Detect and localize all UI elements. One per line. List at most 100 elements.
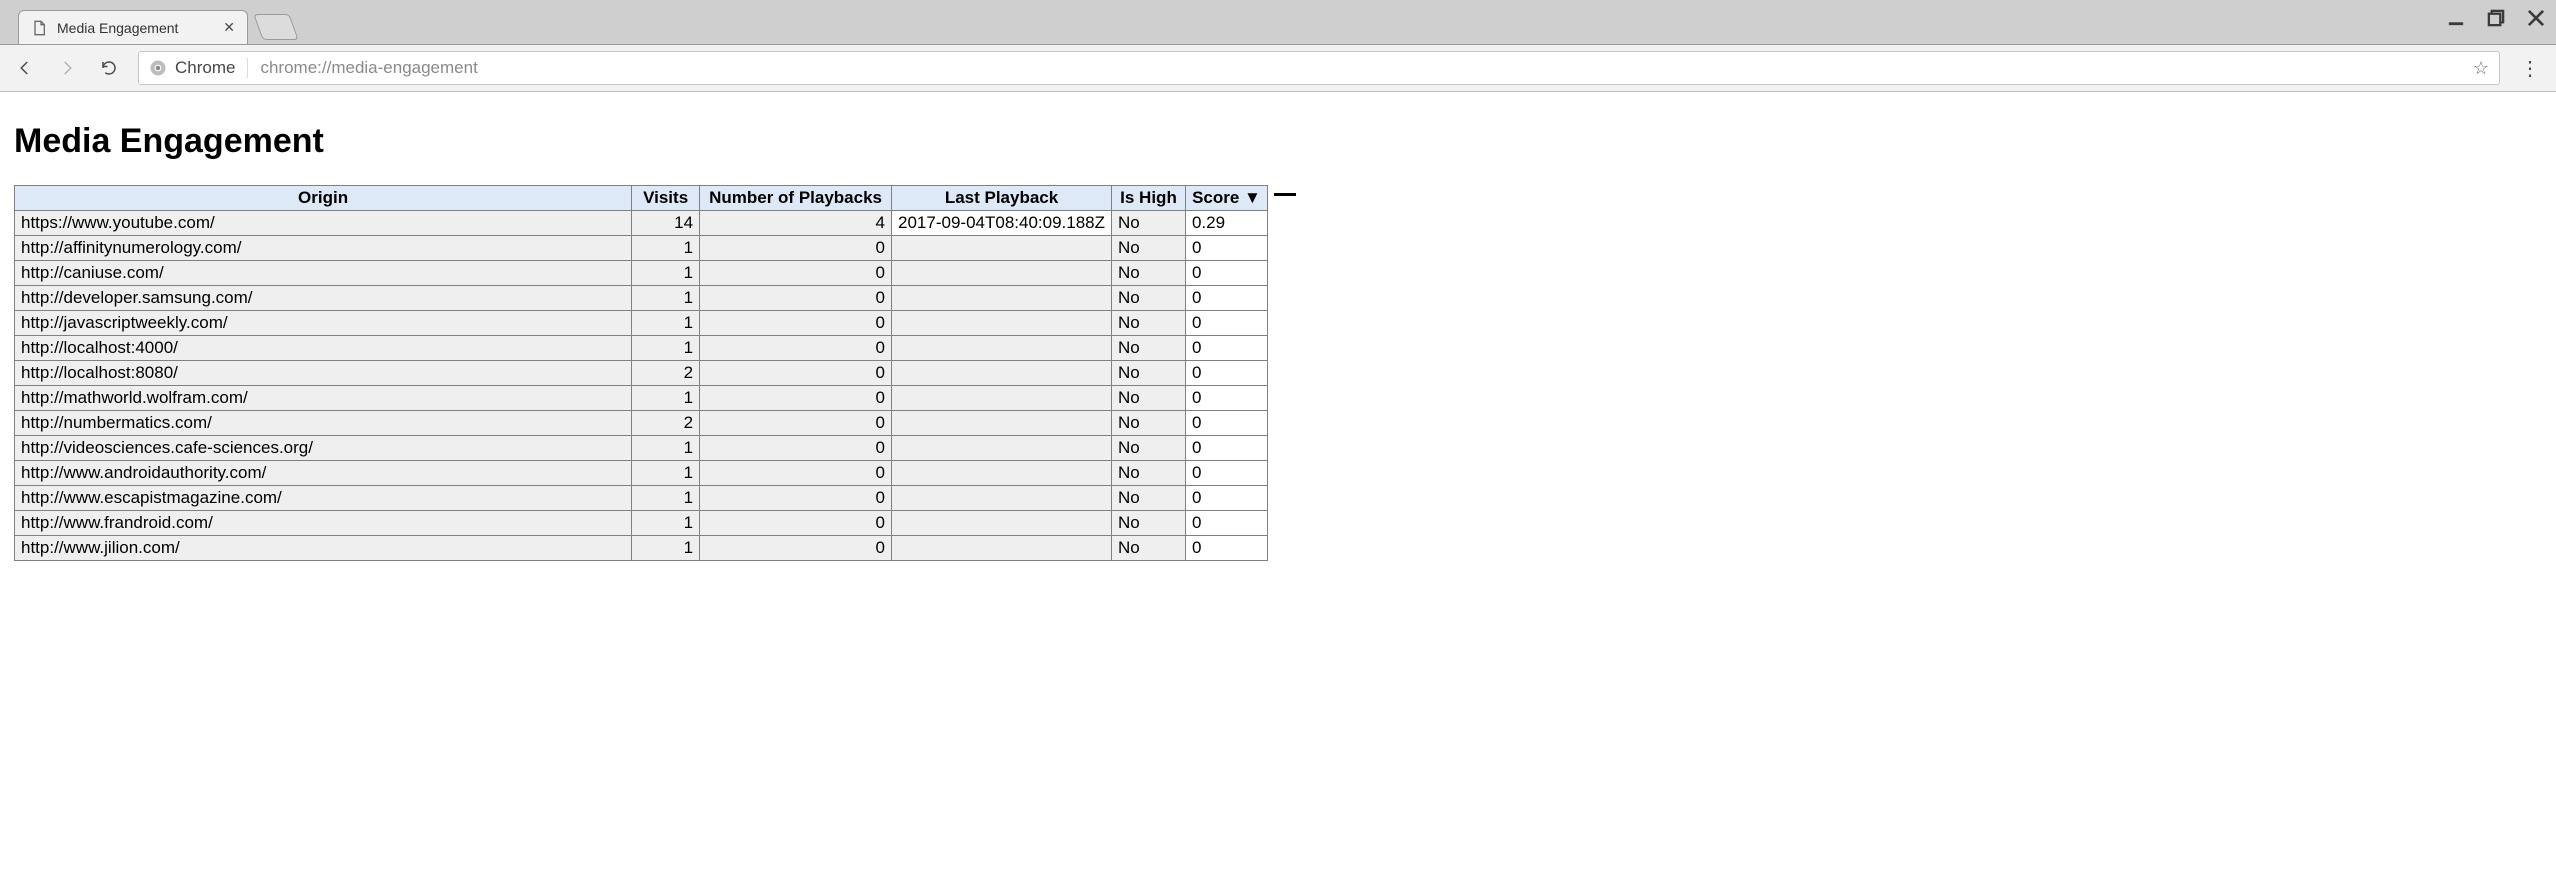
- menu-kebab-icon[interactable]: ⋮: [2516, 56, 2544, 81]
- cell-score: 0: [1185, 361, 1267, 386]
- cell-last: [892, 411, 1112, 436]
- window-controls: [2446, 8, 2546, 28]
- cell-is_high: No: [1112, 311, 1186, 336]
- table-row: http://www.androidauthority.com/10No0: [15, 461, 1268, 486]
- back-button[interactable]: [12, 59, 38, 77]
- toolbar: Chrome ☆ ⋮: [0, 44, 2556, 92]
- cell-score: 0: [1185, 486, 1267, 511]
- scheme-label: Chrome: [175, 58, 235, 78]
- page-title: Media Engagement: [14, 122, 2542, 161]
- tab-strip: Media Engagement ✕: [0, 0, 2556, 44]
- cell-playbacks: 0: [700, 361, 892, 386]
- table-row: http://www.escapistmagazine.com/10No0: [15, 486, 1268, 511]
- window-close-icon[interactable]: [2526, 8, 2546, 28]
- cell-is_high: No: [1112, 536, 1186, 561]
- cell-score: 0: [1185, 236, 1267, 261]
- table-header-row: Origin Visits Number of Playbacks Last P…: [15, 186, 1268, 211]
- table-row: http://mathworld.wolfram.com/10No0: [15, 386, 1268, 411]
- col-header-playbacks[interactable]: Number of Playbacks: [700, 186, 892, 211]
- cell-score: 0: [1185, 536, 1267, 561]
- cell-is_high: No: [1112, 336, 1186, 361]
- cell-is_high: No: [1112, 411, 1186, 436]
- cell-playbacks: 0: [700, 411, 892, 436]
- table-row: http://localhost:8080/20No0: [15, 361, 1268, 386]
- cell-origin: http://localhost:8080/: [15, 361, 632, 386]
- cell-is_high: No: [1112, 361, 1186, 386]
- forward-button[interactable]: [54, 59, 80, 77]
- address-bar[interactable]: Chrome ☆: [138, 51, 2500, 85]
- cell-is_high: No: [1112, 511, 1186, 536]
- cell-visits: 1: [632, 286, 700, 311]
- cell-origin: http://www.escapistmagazine.com/: [15, 486, 632, 511]
- table-row: http://www.frandroid.com/10No0: [15, 511, 1268, 536]
- cell-is_high: No: [1112, 486, 1186, 511]
- cell-visits: 2: [632, 361, 700, 386]
- page-content: Media Engagement Origin Visits Number of…: [0, 92, 2556, 573]
- cell-playbacks: 0: [700, 386, 892, 411]
- media-engagement-table: Origin Visits Number of Playbacks Last P…: [14, 185, 1268, 561]
- col-header-ishigh[interactable]: Is High: [1112, 186, 1186, 211]
- cell-origin: http://mathworld.wolfram.com/: [15, 386, 632, 411]
- cell-score: 0: [1185, 261, 1267, 286]
- browser-tab[interactable]: Media Engagement ✕: [18, 10, 248, 44]
- cell-visits: 1: [632, 486, 700, 511]
- cell-last: [892, 486, 1112, 511]
- cell-last: [892, 536, 1112, 561]
- tab-title: Media Engagement: [57, 20, 178, 36]
- cell-is_high: No: [1112, 236, 1186, 261]
- cell-origin: http://affinitynumerology.com/: [15, 236, 632, 261]
- table-row: http://affinitynumerology.com/10No0: [15, 236, 1268, 261]
- cell-origin: https://www.youtube.com/: [15, 211, 632, 236]
- cell-score: 0.29: [1185, 211, 1267, 236]
- bookmark-star-icon[interactable]: ☆: [2473, 58, 2489, 79]
- url-input[interactable]: [258, 57, 2462, 79]
- cell-is_high: No: [1112, 436, 1186, 461]
- cell-visits: 1: [632, 436, 700, 461]
- table-row: https://www.youtube.com/1442017-09-04T08…: [15, 211, 1268, 236]
- cell-last: [892, 436, 1112, 461]
- col-header-score[interactable]: Score ▼: [1185, 186, 1267, 211]
- cell-playbacks: 0: [700, 286, 892, 311]
- cell-visits: 1: [632, 511, 700, 536]
- table-row: http://caniuse.com/10No0: [15, 261, 1268, 286]
- reload-button[interactable]: [96, 59, 122, 77]
- cell-visits: 1: [632, 261, 700, 286]
- cell-visits: 1: [632, 311, 700, 336]
- cell-is_high: No: [1112, 211, 1186, 236]
- cell-score: 0: [1185, 436, 1267, 461]
- cell-origin: http://videosciences.cafe-sciences.org/: [15, 436, 632, 461]
- cell-last: [892, 386, 1112, 411]
- minimize-icon[interactable]: [2446, 8, 2466, 28]
- cell-visits: 1: [632, 386, 700, 411]
- cell-playbacks: 0: [700, 336, 892, 361]
- new-tab-button[interactable]: [253, 14, 298, 40]
- table-row: http://videosciences.cafe-sciences.org/1…: [15, 436, 1268, 461]
- cell-playbacks: 4: [700, 211, 892, 236]
- cell-origin: http://numbermatics.com/: [15, 411, 632, 436]
- cell-playbacks: 0: [700, 461, 892, 486]
- col-header-origin[interactable]: Origin: [15, 186, 632, 211]
- cell-score: 0: [1185, 311, 1267, 336]
- cell-score: 0: [1185, 336, 1267, 361]
- cell-is_high: No: [1112, 261, 1186, 286]
- cell-last: [892, 286, 1112, 311]
- cell-playbacks: 0: [700, 436, 892, 461]
- close-icon[interactable]: ✕: [223, 19, 235, 36]
- maximize-icon[interactable]: [2486, 8, 2506, 28]
- table-row: http://numbermatics.com/20No0: [15, 411, 1268, 436]
- cell-score: 0: [1185, 386, 1267, 411]
- cell-playbacks: 0: [700, 236, 892, 261]
- cell-score: 0: [1185, 411, 1267, 436]
- cell-last: [892, 361, 1112, 386]
- cell-last: [892, 336, 1112, 361]
- cell-origin: http://www.frandroid.com/: [15, 511, 632, 536]
- cell-is_high: No: [1112, 386, 1186, 411]
- cell-playbacks: 0: [700, 261, 892, 286]
- cell-visits: 1: [632, 236, 700, 261]
- cell-origin: http://localhost:4000/: [15, 336, 632, 361]
- table-row: http://localhost:4000/10No0: [15, 336, 1268, 361]
- cell-last: [892, 311, 1112, 336]
- col-header-last[interactable]: Last Playback: [892, 186, 1112, 211]
- browser-chrome: Media Engagement ✕: [0, 0, 2556, 92]
- col-header-visits[interactable]: Visits: [632, 186, 700, 211]
